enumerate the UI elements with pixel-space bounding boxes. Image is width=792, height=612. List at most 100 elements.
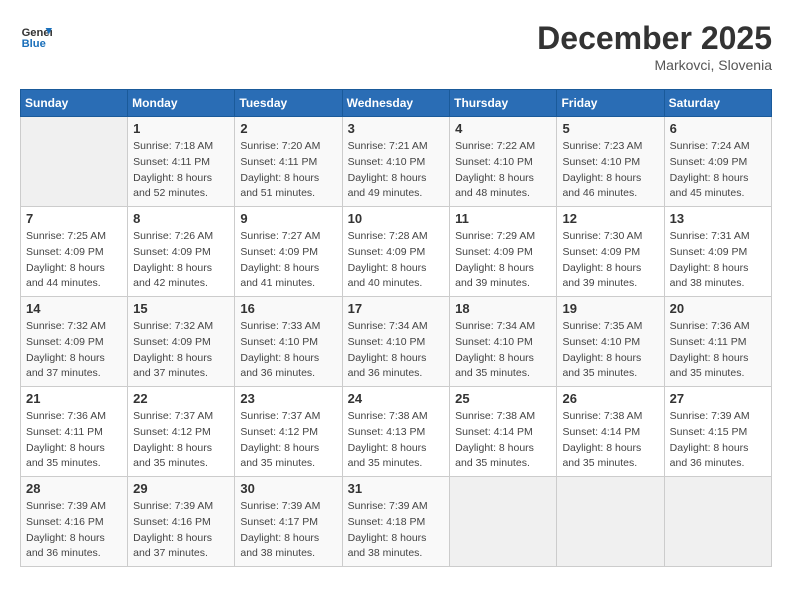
calendar-cell: 10Sunrise: 7:28 AM Sunset: 4:09 PM Dayli… [342,207,450,297]
day-info: Sunrise: 7:34 AM Sunset: 4:10 PM Dayligh… [348,319,445,382]
day-info: Sunrise: 7:23 AM Sunset: 4:10 PM Dayligh… [562,139,658,202]
day-number: 3 [348,121,445,136]
weekday-header-monday: Monday [128,90,235,117]
calendar-cell: 18 Sunrise: 7:34 AM Sunset: 4:10 PM Dayli… [450,297,557,387]
day-info: Sunrise: 7:22 AM Sunset: 4:10 PM Dayligh… [455,139,551,202]
calendar-cell: 20 Sunrise: 7:36 AM Sunset: 4:11 PM Dayli… [664,297,771,387]
calendar-cell [450,477,557,567]
calendar-cell: 26 Sunrise: 7:38 AM Sunset: 4:14 PM Dayli… [557,387,664,477]
calendar-cell: 1 Sunrise: 7:18 AM Sunset: 4:11 PM Daylig… [128,117,235,207]
day-number: 1 [133,121,229,136]
calendar-cell: 21 Sunrise: 7:36 AM Sunset: 4:11 PM Dayli… [21,387,128,477]
day-number: 5 [562,121,658,136]
day-info: Sunrise: 7:25 AM Sunset: 4:09 PM Dayligh… [26,229,122,292]
week-row-4: 21 Sunrise: 7:36 AM Sunset: 4:11 PM Dayli… [21,387,772,477]
day-info: Sunrise: 7:39 AM Sunset: 4:17 PM Dayligh… [240,499,336,562]
day-info: Sunrise: 7:32 AM Sunset: 4:09 PM Dayligh… [133,319,229,382]
calendar-cell: 6 Sunrise: 7:24 AM Sunset: 4:09 PM Daylig… [664,117,771,207]
calendar-cell: 28 Sunrise: 7:39 AM Sunset: 4:16 PM Dayli… [21,477,128,567]
day-number: 2 [240,121,336,136]
day-info: Sunrise: 7:38 AM Sunset: 4:13 PM Dayligh… [348,409,445,472]
week-row-1: 1 Sunrise: 7:18 AM Sunset: 4:11 PM Daylig… [21,117,772,207]
day-info: Sunrise: 7:39 AM Sunset: 4:18 PM Dayligh… [348,499,445,562]
weekday-header-sunday: Sunday [21,90,128,117]
day-number: 6 [670,121,766,136]
day-number: 28 [26,481,122,496]
day-info: Sunrise: 7:36 AM Sunset: 4:11 PM Dayligh… [670,319,766,382]
day-info: Sunrise: 7:18 AM Sunset: 4:11 PM Dayligh… [133,139,229,202]
calendar-cell: 3 Sunrise: 7:21 AM Sunset: 4:10 PM Daylig… [342,117,450,207]
calendar-cell [21,117,128,207]
day-number: 19 [562,301,658,316]
calendar-cell: 30 Sunrise: 7:39 AM Sunset: 4:17 PM Dayli… [235,477,342,567]
weekday-header-tuesday: Tuesday [235,90,342,117]
title-block: December 2025 Markovci, Slovenia [537,20,772,73]
day-info: Sunrise: 7:36 AM Sunset: 4:11 PM Dayligh… [26,409,122,472]
weekday-header-saturday: Saturday [664,90,771,117]
calendar-cell: 19 Sunrise: 7:35 AM Sunset: 4:10 PM Dayli… [557,297,664,387]
calendar-cell: 16 Sunrise: 7:33 AM Sunset: 4:10 PM Dayli… [235,297,342,387]
calendar-cell: 25Sunrise: 7:38 AM Sunset: 4:14 PM Dayli… [450,387,557,477]
day-info: Sunrise: 7:35 AM Sunset: 4:10 PM Dayligh… [562,319,658,382]
calendar-cell: 27Sunrise: 7:39 AM Sunset: 4:15 PM Dayli… [664,387,771,477]
calendar-cell: 22 Sunrise: 7:37 AM Sunset: 4:12 PM Dayli… [128,387,235,477]
day-info: Sunrise: 7:27 AM Sunset: 4:09 PM Dayligh… [240,229,336,292]
day-number: 18 [455,301,551,316]
calendar-cell: 29Sunrise: 7:39 AM Sunset: 4:16 PM Dayli… [128,477,235,567]
calendar-cell: 8 Sunrise: 7:26 AM Sunset: 4:09 PM Daylig… [128,207,235,297]
calendar-cell: 7 Sunrise: 7:25 AM Sunset: 4:09 PM Daylig… [21,207,128,297]
day-number: 27 [670,391,766,406]
day-info: Sunrise: 7:38 AM Sunset: 4:14 PM Dayligh… [455,409,551,472]
logo: General Blue [20,20,52,52]
calendar-cell [664,477,771,567]
day-info: Sunrise: 7:32 AM Sunset: 4:09 PM Dayligh… [26,319,122,382]
calendar-cell: 14 Sunrise: 7:32 AM Sunset: 4:09 PM Dayli… [21,297,128,387]
day-number: 17 [348,301,445,316]
day-number: 8 [133,211,229,226]
week-row-3: 14 Sunrise: 7:32 AM Sunset: 4:09 PM Dayli… [21,297,772,387]
day-info: Sunrise: 7:24 AM Sunset: 4:09 PM Dayligh… [670,139,766,202]
month-title: December 2025 [537,20,772,57]
day-number: 30 [240,481,336,496]
day-number: 15 [133,301,229,316]
calendar-cell: 24 Sunrise: 7:38 AM Sunset: 4:13 PM Dayli… [342,387,450,477]
day-number: 29 [133,481,229,496]
day-number: 14 [26,301,122,316]
day-info: Sunrise: 7:34 AM Sunset: 4:10 PM Dayligh… [455,319,551,382]
day-number: 21 [26,391,122,406]
calendar-cell: 5 Sunrise: 7:23 AM Sunset: 4:10 PM Daylig… [557,117,664,207]
day-info: Sunrise: 7:21 AM Sunset: 4:10 PM Dayligh… [348,139,445,202]
day-number: 4 [455,121,551,136]
location: Markovci, Slovenia [537,57,772,73]
day-info: Sunrise: 7:37 AM Sunset: 4:12 PM Dayligh… [133,409,229,472]
day-info: Sunrise: 7:33 AM Sunset: 4:10 PM Dayligh… [240,319,336,382]
calendar-cell: 11 Sunrise: 7:29 AM Sunset: 4:09 PM Dayli… [450,207,557,297]
day-number: 12 [562,211,658,226]
calendar-cell: 13Sunrise: 7:31 AM Sunset: 4:09 PM Dayli… [664,207,771,297]
weekday-header-friday: Friday [557,90,664,117]
day-info: Sunrise: 7:37 AM Sunset: 4:12 PM Dayligh… [240,409,336,472]
day-number: 23 [240,391,336,406]
weekday-header-wednesday: Wednesday [342,90,450,117]
day-number: 24 [348,391,445,406]
page-header: General Blue December 2025 Markovci, Slo… [20,20,772,73]
day-info: Sunrise: 7:29 AM Sunset: 4:09 PM Dayligh… [455,229,551,292]
calendar-cell: 2Sunrise: 7:20 AM Sunset: 4:11 PM Daylig… [235,117,342,207]
day-info: Sunrise: 7:30 AM Sunset: 4:09 PM Dayligh… [562,229,658,292]
day-info: Sunrise: 7:38 AM Sunset: 4:14 PM Dayligh… [562,409,658,472]
day-number: 16 [240,301,336,316]
day-number: 7 [26,211,122,226]
day-number: 26 [562,391,658,406]
day-info: Sunrise: 7:28 AM Sunset: 4:09 PM Dayligh… [348,229,445,292]
day-info: Sunrise: 7:39 AM Sunset: 4:16 PM Dayligh… [26,499,122,562]
week-row-5: 28 Sunrise: 7:39 AM Sunset: 4:16 PM Dayli… [21,477,772,567]
day-info: Sunrise: 7:26 AM Sunset: 4:09 PM Dayligh… [133,229,229,292]
calendar-table: SundayMondayTuesdayWednesdayThursdayFrid… [20,89,772,567]
day-number: 20 [670,301,766,316]
weekday-header-thursday: Thursday [450,90,557,117]
calendar-cell: 9Sunrise: 7:27 AM Sunset: 4:09 PM Daylig… [235,207,342,297]
calendar-cell [557,477,664,567]
day-number: 22 [133,391,229,406]
svg-text:Blue: Blue [22,38,46,50]
day-number: 11 [455,211,551,226]
